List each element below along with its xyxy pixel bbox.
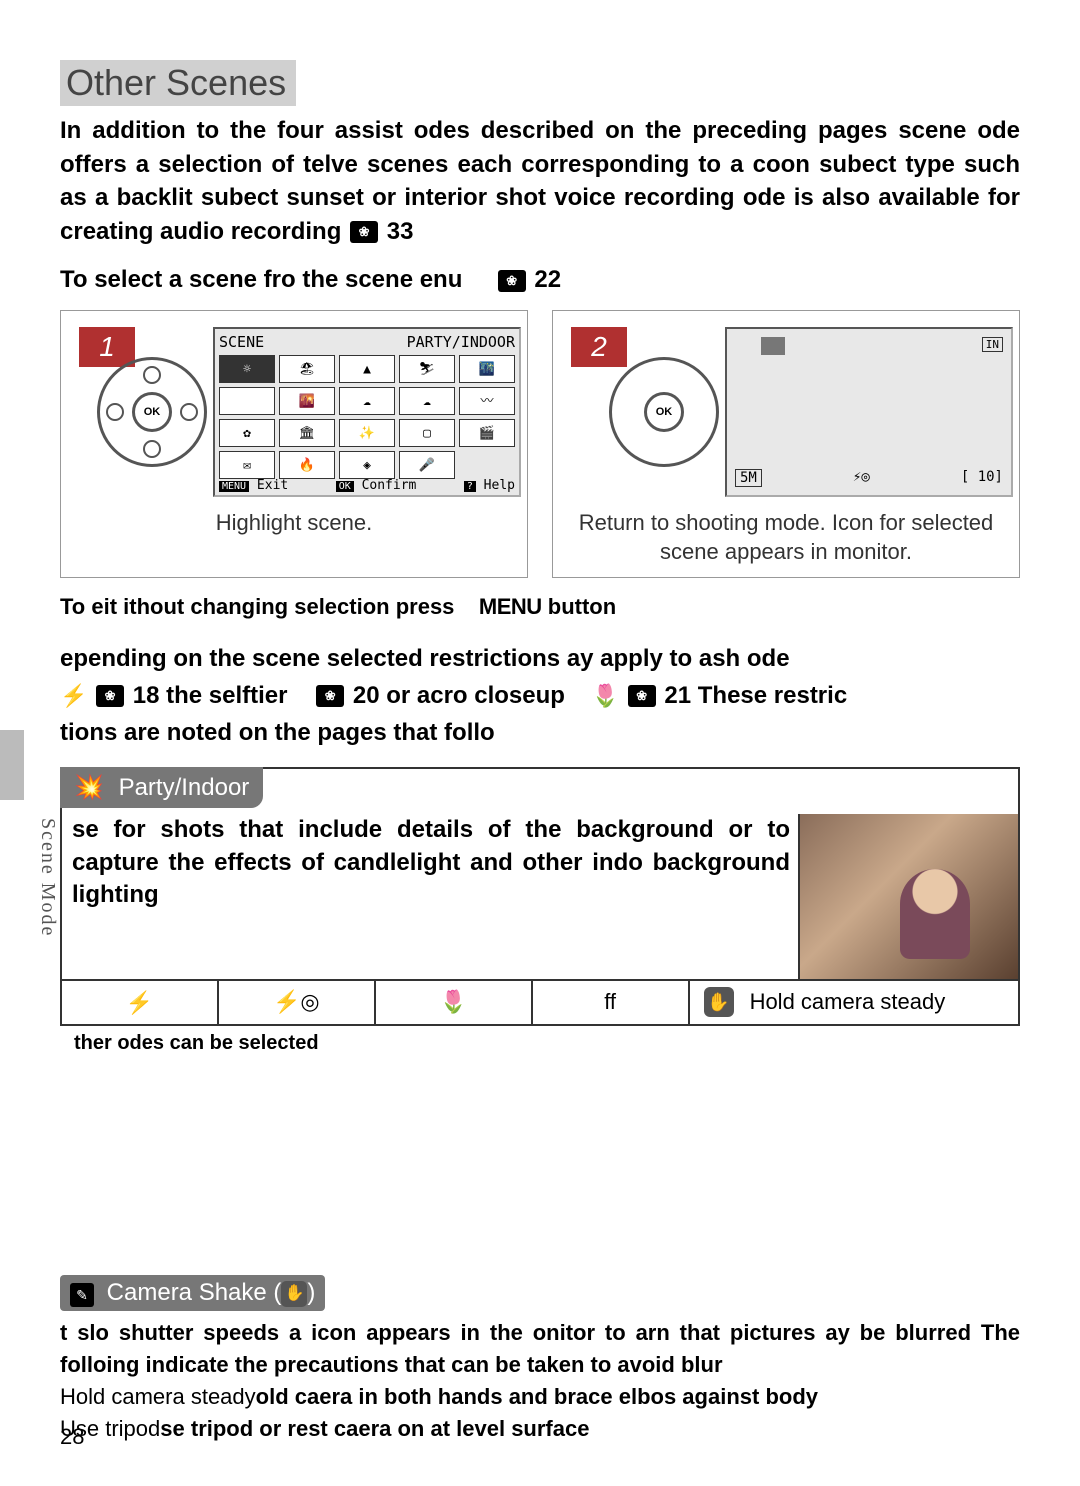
steps-row: 1 SCENE PARTY/INDOOR ☼🏖▲⛷🌃 🌇☁☁〰 ✿🏛✨▢🎬 ✉🔥… [60, 310, 1020, 577]
macro-icon: 🌷 [592, 679, 619, 713]
dep-end: These restric [698, 682, 847, 709]
scene-tab: 💥 Party/Indoor [60, 767, 263, 808]
scene-indicator-icon [761, 337, 785, 355]
ref20: 20 [353, 682, 380, 709]
footer-ff: ff [533, 981, 690, 1024]
menu-label: MENU [479, 594, 542, 619]
footer-confirm: Confirm [362, 478, 417, 493]
side-label: Scene Mode [36, 818, 59, 937]
shake-title-close: ) [307, 1279, 315, 1306]
ref21: 21 [664, 682, 691, 709]
shots-remaining: [ 10] [961, 469, 1003, 487]
step-number: 2 [571, 327, 627, 367]
shake-body: t slo shutter speeds a icon appears in t… [60, 1317, 1020, 1445]
shake-header: ✎ Camera Shake (✋) [60, 1275, 325, 1311]
step-caption: Return to shooting mode. Icon for select… [553, 503, 1019, 568]
footer-hold: Hold camera steady [690, 981, 1018, 1024]
resolution-label: 5M [735, 469, 762, 487]
flash-mode-label: ⚡◎ [853, 469, 870, 487]
dep-l3: tions are noted on the pages that follo [60, 719, 495, 746]
flash-icon: ⚡ [60, 679, 87, 713]
reference-icon: ❀ [498, 270, 526, 292]
footer-macro: 🌷 [376, 981, 533, 1024]
reference-icon: ❀ [96, 685, 124, 707]
pencil-icon: ✎ [70, 1283, 94, 1307]
intro-paragraph: In addition to the four assist odes desc… [60, 114, 1020, 248]
select-ref: 22 [534, 266, 561, 293]
intro-ref: 33 [387, 218, 414, 245]
scene-tab-label: Party/Indoor [119, 774, 250, 801]
step-1: 1 SCENE PARTY/INDOOR ☼🏖▲⛷🌃 🌇☁☁〰 ✿🏛✨▢🎬 ✉🔥… [60, 310, 528, 577]
page-number: 28 [60, 1424, 84, 1450]
shake-row1-text: old caera in both hands and brace elbos … [256, 1384, 818, 1409]
shake-row2-text: se tripod or rest caera on at level surf… [160, 1416, 589, 1441]
reference-icon: ❀ [628, 685, 656, 707]
reference-icon: ❀ [350, 221, 378, 243]
depending-paragraph: epending on the scene selected restricti… [60, 640, 1020, 752]
shake-row1-label: Hold camera steady [60, 1384, 256, 1409]
scene-footer: ⚡ ⚡◎ 🌷 ff Hold camera steady [62, 979, 1018, 1024]
party-indoor-icon: 💥 [74, 774, 104, 801]
dep-l1: epending on the scene selected restricti… [60, 645, 790, 672]
screen-header-right: PARTY/INDOOR [407, 333, 515, 351]
dep-macro: or acro closeup [386, 682, 565, 709]
section-title: Other Scenes [60, 60, 296, 106]
hand-icon: ✋ [281, 1281, 307, 1307]
exit-line: To eit ithout changing selection press M… [60, 594, 1020, 620]
camera-screen: SCENE PARTY/INDOOR ☼🏖▲⛷🌃 🌇☁☁〰 ✿🏛✨▢🎬 ✉🔥◈🎤… [213, 327, 521, 497]
shake-title: Camera Shake ( [107, 1279, 282, 1306]
reference-icon: ❀ [316, 685, 344, 707]
exit-pre: To eit ithout changing selection press [60, 594, 454, 619]
side-tab [0, 730, 24, 800]
camera-shake-section: ✎ Camera Shake (✋) t slo shutter speeds … [60, 1275, 1020, 1445]
multi-selector-icon [609, 357, 719, 467]
screen-header-left: SCENE [219, 333, 264, 351]
footer-flash: ⚡ [62, 981, 219, 1024]
step-2: 2 IN 5M ⚡◎ [ 10] Return to shooting mode… [552, 310, 1020, 577]
exit-post: button [548, 594, 616, 619]
select-scene-line: To select a scene fro the scene enu ❀ 22 [60, 266, 1020, 294]
scene-photo [798, 814, 1018, 979]
step-number: 1 [79, 327, 135, 367]
hand-icon [704, 987, 734, 1017]
in-badge: IN [982, 337, 1003, 352]
dep-self: the selftier [166, 682, 287, 709]
shake-text: t slo shutter speeds a icon appears in t… [60, 1320, 1020, 1377]
footer-flash-mode: ⚡◎ [219, 981, 376, 1024]
multi-selector-icon [97, 357, 207, 467]
footer-help: Help [484, 478, 515, 493]
scene-box: 💥 Party/Indoor se for shots that include… [60, 767, 1020, 1026]
footer-exit: Exit [257, 478, 288, 493]
scene-icon-grid: ☼🏖▲⛷🌃 🌇☁☁〰 ✿🏛✨▢🎬 ✉🔥◈🎤 [219, 355, 515, 479]
ref18: 18 [133, 682, 160, 709]
other-modes-note: ther odes can be selected [60, 1032, 1020, 1055]
scene-description: se for shots that include details of the… [72, 814, 798, 979]
step-caption: Highlight scene. [61, 503, 527, 540]
camera-screen: IN 5M ⚡◎ [ 10] [725, 327, 1013, 497]
select-text: To select a scene fro the scene enu [60, 266, 462, 293]
intro-text: In addition to the four assist odes desc… [60, 117, 1020, 245]
hold-label: Hold camera steady [750, 989, 946, 1014]
